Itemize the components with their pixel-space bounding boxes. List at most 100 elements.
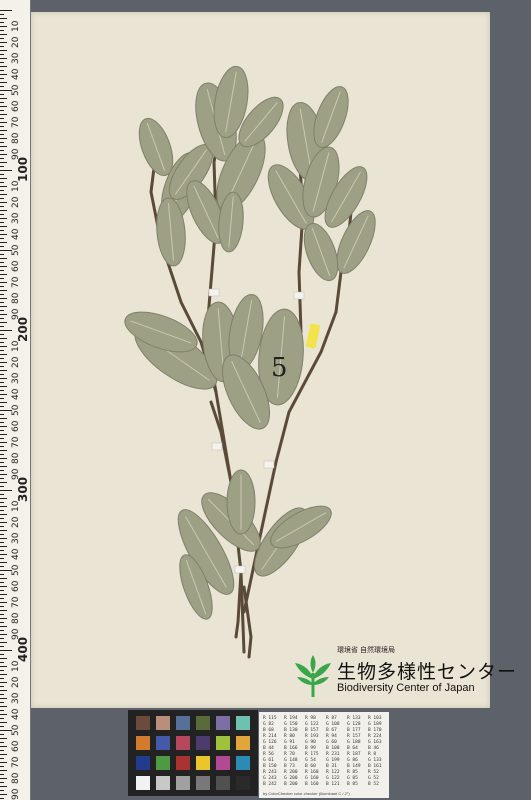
ruler-tick xyxy=(0,790,4,791)
ruler-minor-label: 60 xyxy=(11,580,21,592)
color-value-cell: R 87 xyxy=(326,716,337,721)
ruler-tick xyxy=(0,150,4,151)
ruler-tick xyxy=(0,370,7,371)
color-swatch xyxy=(176,776,190,790)
ruler-minor-label: 20 xyxy=(11,196,21,208)
color-swatch xyxy=(236,776,250,790)
ruler-major-label: 100 xyxy=(16,156,30,182)
ruler-tick xyxy=(0,350,4,351)
ruler-minor-label: 30 xyxy=(11,212,21,224)
ruler-tick xyxy=(0,726,4,727)
color-value-cell: G 61 xyxy=(263,758,274,763)
ruler-tick xyxy=(0,178,7,179)
ruler-minor-label: 80 xyxy=(11,612,21,624)
ruler-tick xyxy=(0,770,7,771)
ruler-minor-label: 30 xyxy=(11,372,21,384)
ruler-minor-label: 50 xyxy=(11,724,21,736)
color-value-cell: R 193 xyxy=(305,734,319,739)
color-value-card: by ColorChecker color checker (Illuminan… xyxy=(259,712,389,798)
ruler-tick xyxy=(0,66,7,67)
color-value-cell: R 243 xyxy=(263,770,277,775)
ruler-tick xyxy=(0,706,7,707)
ruler-minor-label: 70 xyxy=(11,276,21,288)
ruler-tick xyxy=(0,738,7,739)
ruler-tick xyxy=(0,382,4,383)
ruler-tick xyxy=(0,238,4,239)
color-value-cell: B 44 xyxy=(263,746,274,751)
color-value-cell: R 56 xyxy=(263,752,274,757)
ruler-tick xyxy=(0,202,7,203)
color-value-cell: G 163 xyxy=(368,740,382,745)
ruler-tick xyxy=(0,542,4,543)
ruler-tick xyxy=(0,778,7,779)
ruler-tick xyxy=(0,378,7,379)
color-swatch xyxy=(236,756,250,770)
color-swatch xyxy=(216,776,230,790)
color-value-cell: B 166 xyxy=(284,746,298,751)
mounting-tape xyxy=(293,291,305,300)
ruler-tick xyxy=(0,118,4,119)
institution-name-english: Biodiversity Center of Japan xyxy=(337,682,475,694)
color-value-cell: R 80 xyxy=(284,734,295,739)
ruler-tick xyxy=(0,598,4,599)
color-value-cell: R 231 xyxy=(326,752,340,757)
ruler-tick xyxy=(0,658,7,659)
ruler-tick xyxy=(0,310,4,311)
ruler-tick xyxy=(0,786,7,787)
ruler-tick xyxy=(0,714,7,715)
ruler-tick xyxy=(0,110,4,111)
color-value-cell: B 160 xyxy=(305,782,319,787)
color-value-cell: R 157 xyxy=(347,734,361,739)
color-swatch xyxy=(196,776,210,790)
color-swatch xyxy=(176,756,190,770)
ruler-tick xyxy=(0,538,7,539)
color-swatch xyxy=(216,756,230,770)
ruler-tick xyxy=(0,430,4,431)
ruler-tick xyxy=(0,634,7,635)
color-value-cell: B 73 xyxy=(284,764,295,769)
color-value-cell: B 149 xyxy=(347,764,361,769)
ruler-tick xyxy=(0,158,4,159)
ruler-tick xyxy=(0,282,7,283)
ruler-tick xyxy=(0,174,4,175)
ruler-tick xyxy=(0,746,7,747)
color-value-cell: G 160 xyxy=(305,776,319,781)
ruler-tick xyxy=(0,78,4,79)
plant-leaves xyxy=(124,65,376,620)
ruler-tick xyxy=(0,230,4,231)
ruler-minor-label: 80 xyxy=(11,452,21,464)
measurement-ruler: 10 20 30 40 50 60 70 80 90 100 10 20 30 40 50 60 70 80 90 2… xyxy=(0,0,31,800)
color-value-cell: G 91 xyxy=(284,740,295,745)
ruler-tick xyxy=(0,414,4,415)
ruler-tick xyxy=(0,458,7,459)
ruler-tick xyxy=(0,186,7,187)
ruler-minor-label: 60 xyxy=(11,740,21,752)
ruler-minor-label: 20 xyxy=(11,516,21,528)
color-value-cell: R 175 xyxy=(305,752,319,757)
color-swatch xyxy=(136,776,150,790)
ruler-tick xyxy=(0,678,4,679)
ruler-tick xyxy=(0,46,4,47)
ruler-tick xyxy=(0,74,7,75)
ruler-tick xyxy=(0,774,4,775)
ruler-tick xyxy=(0,614,4,615)
ruler-tick xyxy=(0,390,4,391)
ruler-tick xyxy=(0,242,7,243)
ruler-tick xyxy=(0,146,7,147)
color-value-cell: G 126 xyxy=(263,740,277,745)
ruler-tick xyxy=(0,442,7,443)
ruler-tick xyxy=(0,566,4,567)
ruler-minor-label: 60 xyxy=(11,100,21,112)
ruler-tick xyxy=(0,522,7,523)
ruler-tick xyxy=(0,294,4,295)
color-swatch xyxy=(156,776,170,790)
ruler-minor-label: 20 xyxy=(11,36,21,48)
ruler-tick xyxy=(0,686,4,687)
ruler-tick xyxy=(0,106,7,107)
ruler-tick xyxy=(0,114,7,115)
ruler-minor-label: 50 xyxy=(11,84,21,96)
ruler-tick xyxy=(0,262,4,263)
ruler-tick xyxy=(0,210,7,211)
color-value-cell: R 103 xyxy=(368,716,382,721)
ruler-tick xyxy=(0,358,4,359)
